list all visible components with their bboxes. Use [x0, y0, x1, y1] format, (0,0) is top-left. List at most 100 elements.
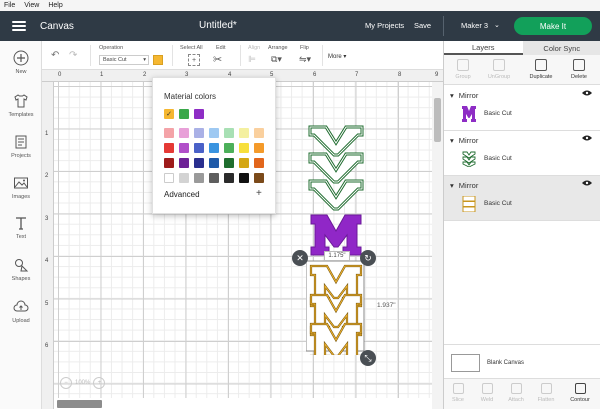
color-swatch[interactable]	[254, 143, 264, 153]
menu-file[interactable]: File	[4, 2, 15, 9]
eye-icon[interactable]	[582, 90, 592, 96]
color-swatch[interactable]	[209, 128, 219, 138]
make-it-button[interactable]: Make It	[514, 17, 592, 35]
popup-title: Material colors	[164, 92, 217, 101]
color-swatch[interactable]	[239, 158, 249, 168]
color-swatch[interactable]	[179, 158, 189, 168]
color-swatch[interactable]	[179, 143, 189, 153]
collapse-icon[interactable]: ▾	[450, 181, 454, 190]
color-swatch[interactable]	[224, 128, 234, 138]
select-all-icon[interactable]: +	[188, 54, 200, 66]
color-swatch[interactable]	[194, 143, 204, 153]
color-swatch[interactable]	[179, 173, 189, 183]
document-title[interactable]: Untitled*	[199, 20, 237, 31]
scissors-icon[interactable]: ✂	[213, 53, 222, 66]
color-chip[interactable]	[194, 109, 204, 119]
operation-select[interactable]: Basic Cut ▾	[99, 55, 149, 65]
color-swatch[interactable]	[209, 173, 219, 183]
color-swatch[interactable]	[164, 173, 174, 183]
color-swatch[interactable]	[209, 158, 219, 168]
color-swatch[interactable]	[179, 128, 189, 138]
machine-selector[interactable]: Maker 3	[461, 21, 488, 30]
color-swatch[interactable]	[239, 143, 249, 153]
flip-icon[interactable]: ⇋▾	[299, 54, 311, 65]
purple-letter-m[interactable]	[310, 214, 362, 256]
arrange-icon[interactable]: ⧉▾	[271, 54, 282, 65]
zoom-in-icon[interactable]: +	[93, 377, 106, 389]
layer-group[interactable]: ▾ Mirror Basic Cut	[444, 131, 600, 176]
sidebar-item-templates[interactable]: Templates	[0, 93, 42, 118]
scrollbar-thumb[interactable]	[434, 98, 441, 142]
add-color-icon[interactable]: +	[256, 188, 262, 199]
color-swatch[interactable]	[254, 173, 264, 183]
color-swatch[interactable]	[194, 158, 204, 168]
color-chip-selected[interactable]: ✓	[164, 109, 174, 119]
color-swatch[interactable]	[224, 173, 234, 183]
sidebar-item-text[interactable]: Text	[0, 215, 42, 240]
sidebar-item-new[interactable]: New	[0, 50, 42, 75]
color-swatch[interactable]	[254, 158, 264, 168]
sidebar-item-projects[interactable]: Projects	[0, 134, 42, 159]
color-swatch[interactable]	[164, 143, 174, 153]
layer-group[interactable]: ▾ Mirror Basic Cut	[444, 86, 600, 131]
contour-button[interactable]: Contour	[566, 383, 594, 403]
sidebar-item-shapes[interactable]: Shapes	[0, 257, 42, 282]
operation-color-swatch[interactable]	[153, 55, 163, 65]
undo-icon[interactable]: ↶	[51, 50, 59, 61]
collapse-icon[interactable]: ▾	[450, 91, 454, 100]
color-swatch[interactable]	[224, 143, 234, 153]
tab-layers[interactable]: Layers	[444, 41, 523, 55]
close-selection-icon[interactable]: ✕	[292, 250, 308, 266]
gold-mirror-letters[interactable]	[306, 260, 365, 355]
color-chip[interactable]	[179, 109, 189, 119]
layer-group-selected[interactable]: ▾ Mirror Basic Cut	[444, 176, 600, 221]
more-menu[interactable]: More ▾	[328, 53, 346, 60]
flatten-button[interactable]: Flatten	[532, 383, 560, 403]
weld-button[interactable]: Weld	[473, 383, 501, 403]
group-icon	[457, 59, 469, 71]
color-swatch[interactable]	[194, 173, 204, 183]
save-button[interactable]: Save	[414, 21, 431, 30]
menu-view[interactable]: View	[24, 2, 39, 9]
advanced-colors-link[interactable]: Advanced	[164, 190, 200, 199]
hamburger-menu-icon[interactable]	[12, 21, 26, 31]
horizontal-scrollbar-thumb[interactable]	[57, 400, 102, 408]
menu-help[interactable]: Help	[48, 2, 62, 9]
color-swatch[interactable]	[254, 128, 264, 138]
my-projects-link[interactable]: My Projects	[365, 21, 404, 30]
rotate-icon[interactable]: ↻	[360, 250, 376, 266]
duplicate-button[interactable]: Duplicate	[523, 59, 559, 80]
attach-button[interactable]: Attach	[502, 383, 530, 403]
color-swatch[interactable]	[164, 158, 174, 168]
design-artwork[interactable]	[306, 125, 366, 355]
ungroup-button[interactable]: UnGroup	[481, 59, 517, 80]
ruler-tick: 8	[398, 72, 402, 78]
layers-panel: Layers Color Sync Group UnGroup Duplicat…	[443, 41, 600, 409]
resize-handle-icon[interactable]: ⤡	[360, 350, 376, 366]
align-icon[interactable]: ⊫	[248, 54, 256, 65]
color-swatch[interactable]	[209, 143, 219, 153]
color-swatch[interactable]	[224, 158, 234, 168]
ruler-tick: 6	[313, 72, 317, 78]
collapse-icon[interactable]: ▾	[450, 136, 454, 145]
eye-icon[interactable]	[582, 135, 592, 141]
layer-actions: Group UnGroup Duplicate Delete	[444, 55, 600, 85]
eye-icon[interactable]	[582, 180, 592, 186]
sidebar-item-upload[interactable]: Upload	[0, 299, 42, 324]
chevron-down-icon[interactable]: ⌄	[494, 21, 500, 29]
zoom-out-icon[interactable]: −	[60, 377, 72, 389]
color-swatch[interactable]	[164, 128, 174, 138]
redo-icon[interactable]: ↷	[69, 50, 77, 61]
green-mirror-letters[interactable]	[308, 125, 364, 211]
group-button[interactable]: Group	[445, 59, 481, 80]
color-swatch[interactable]	[239, 173, 249, 183]
blank-canvas-layer[interactable]: Blank Canvas	[444, 344, 600, 378]
vertical-scrollbar[interactable]	[432, 82, 443, 409]
tab-color-sync[interactable]: Color Sync	[522, 41, 600, 55]
sidebar-item-images[interactable]: Images	[0, 175, 42, 200]
color-swatch[interactable]	[194, 128, 204, 138]
color-swatch[interactable]	[239, 128, 249, 138]
width-dimension-label: 1.175"	[324, 251, 350, 261]
delete-button[interactable]: Delete	[561, 59, 597, 80]
slice-button[interactable]: Slice	[444, 383, 472, 403]
